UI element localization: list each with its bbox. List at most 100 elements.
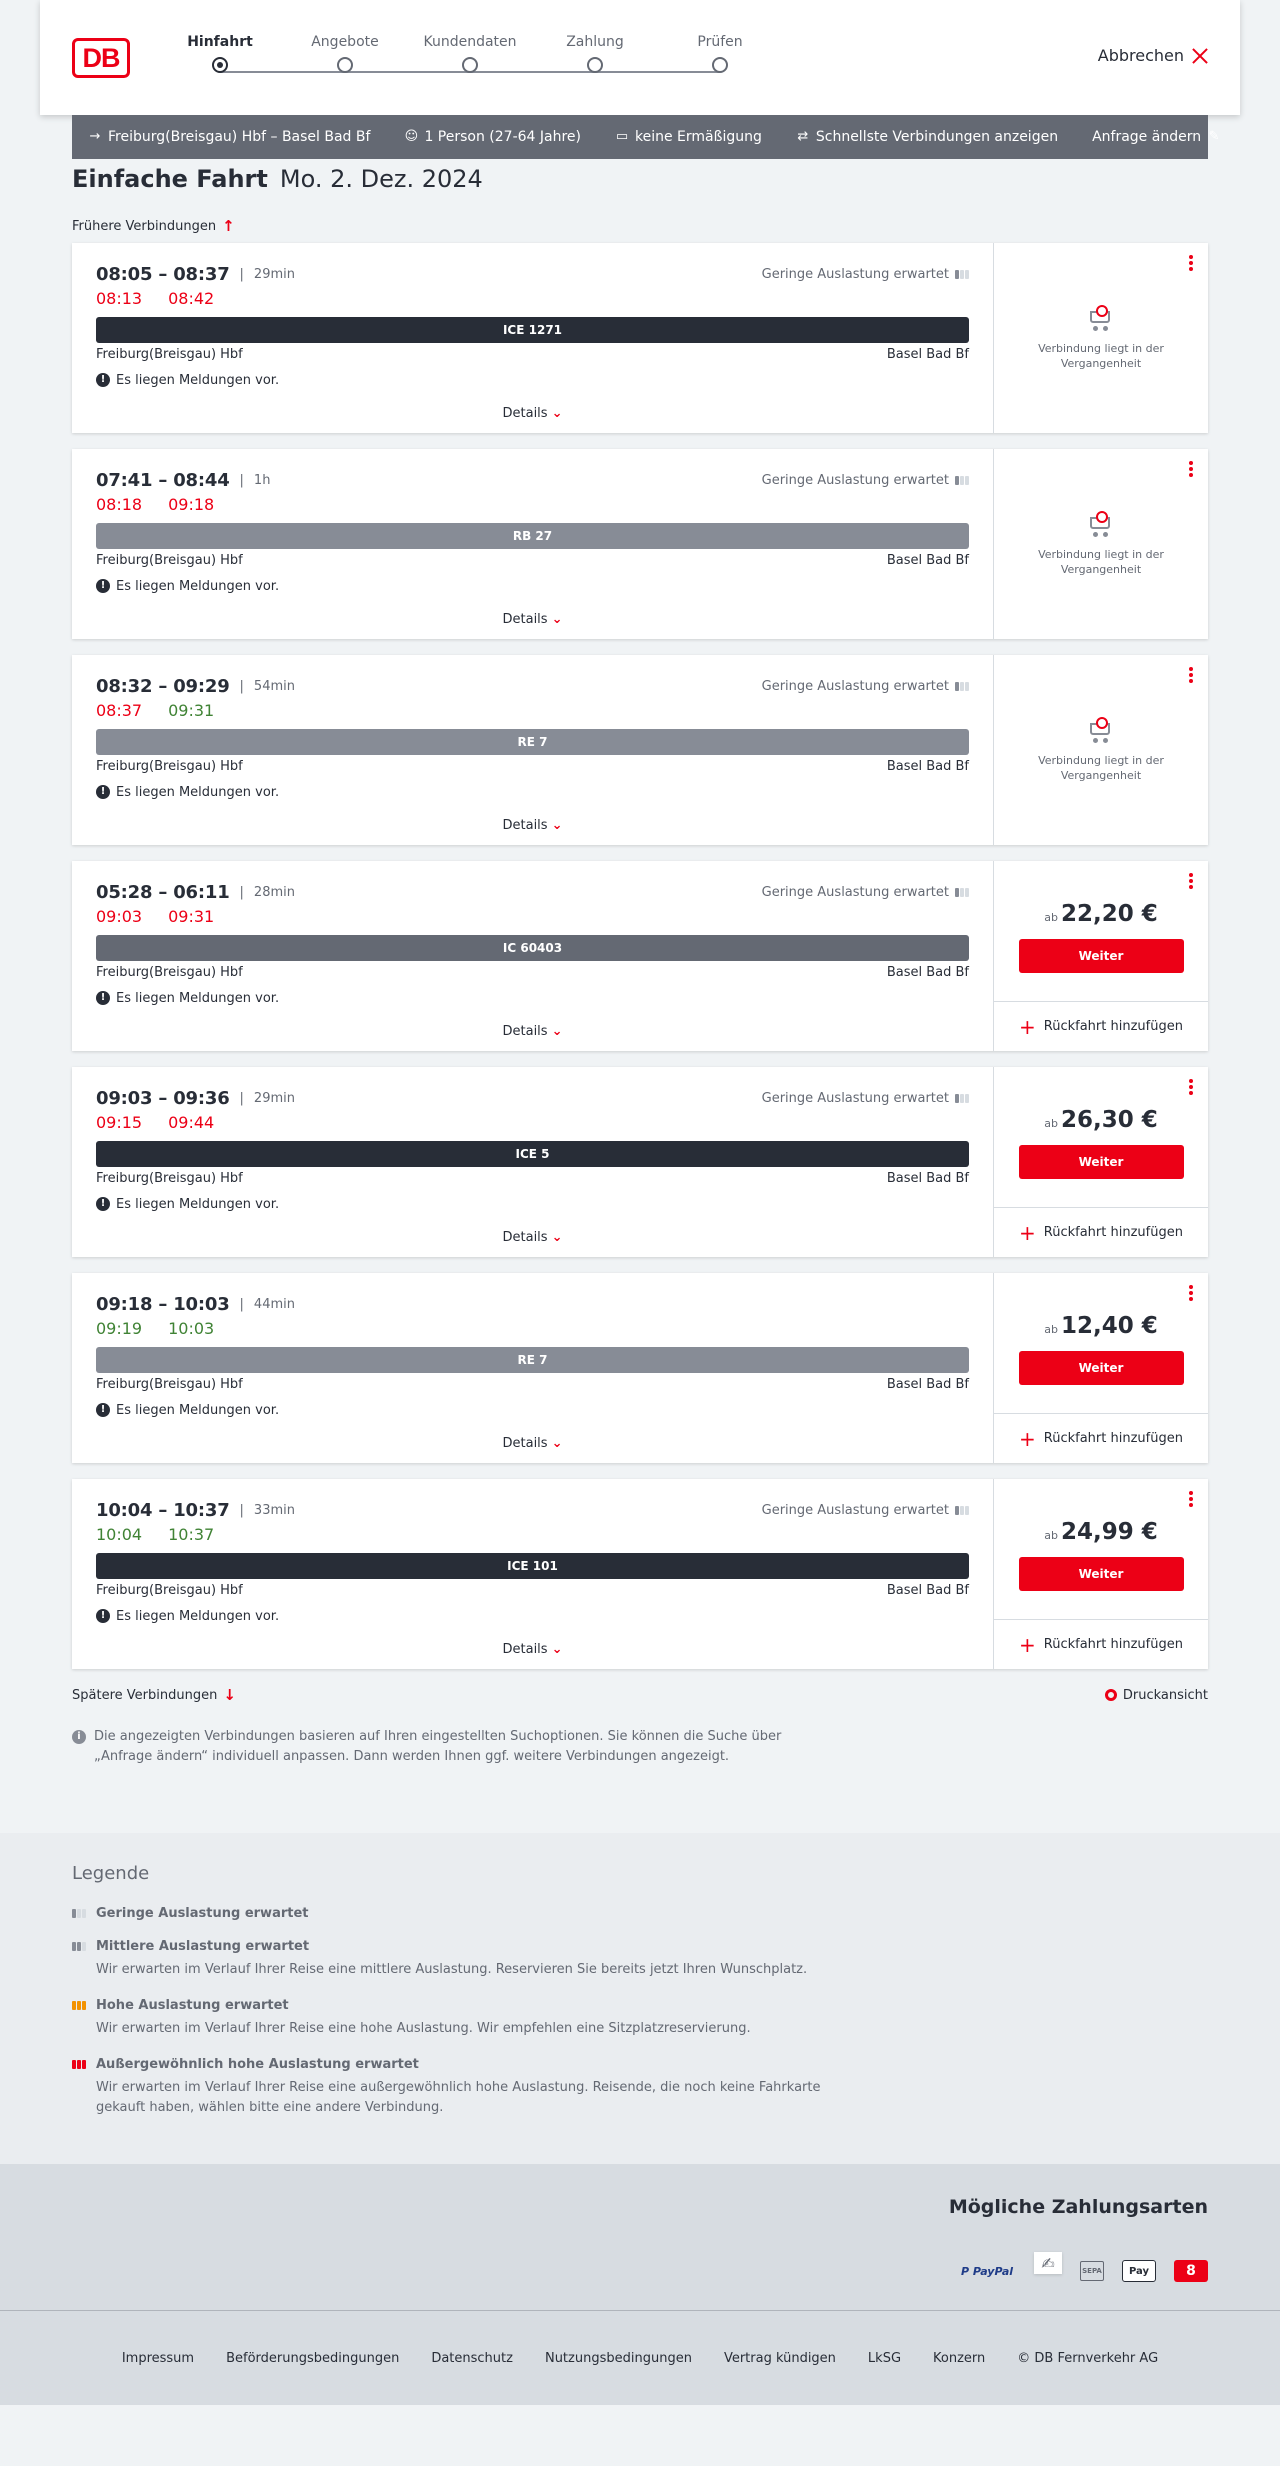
add-return-button[interactable]: + Rückfahrt hinzufügen — [994, 1207, 1208, 1257]
train-bar[interactable]: ICE 101 — [96, 1553, 969, 1579]
service-message-text: Es liegen Meldungen vor. — [116, 1196, 280, 1212]
occupancy-label: Geringe Auslastung erwartet — [761, 266, 949, 282]
connection-summary[interactable]: 08:32 – 09:29 | 54min Geringe Auslastung er… — [72, 655, 993, 845]
occupancy-indicator: Geringe Auslastung erwartet — [762, 473, 969, 488]
station-row: Freiburg(Breisgau) Hbf Basel Bad Bf — [96, 1377, 969, 1395]
progress-step-4[interactable]: Zahlung — [535, 32, 655, 73]
realtime-departure: 08:13 — [96, 289, 143, 308]
details-toggle[interactable]: Details ⌄ — [72, 406, 993, 421]
train-bar[interactable]: RE 7 — [96, 729, 969, 755]
progress-step-2[interactable]: Angebote — [285, 32, 405, 73]
service-message-text: Es liegen Meldungen vor. — [116, 372, 280, 388]
footer-link[interactable]: Impressum — [122, 2351, 194, 2366]
details-toggle[interactable]: Details ⌄ — [72, 818, 993, 833]
connection-summary[interactable]: 08:05 – 08:37 | 29min Geringe Auslastung er… — [72, 243, 993, 433]
later-connections-label: Spätere Verbindungen — [72, 1687, 218, 1703]
occupancy-label: Geringe Auslastung erwartet — [761, 472, 949, 488]
footer: Impressum Beförderungsbedingungen Datensch… — [0, 2310, 1280, 2405]
cancel-label: Abbrechen — [1097, 46, 1184, 65]
price-prefix: ab — [1044, 1323, 1058, 1336]
later-connections-link[interactable]: Spätere Verbindungen ↓ — [72, 1685, 236, 1705]
payment-methods-section: Mögliche Zahlungsarten P PayPal ✍ SEPA P… — [0, 2164, 1280, 2310]
footer-link[interactable]: LkSG — [868, 2351, 901, 2366]
details-label: Details — [502, 1230, 548, 1245]
train-bar[interactable]: IC 60403 — [96, 935, 969, 961]
train-bar[interactable]: ICE 1271 — [96, 317, 969, 343]
price: ab 12,40 € — [994, 1313, 1208, 1339]
more-options-icon[interactable] — [1188, 461, 1194, 477]
occupancy-indicator: Geringe Auslastung erwartet — [762, 267, 969, 282]
details-label: Details — [502, 612, 548, 627]
db-logo[interactable]: DB — [72, 38, 130, 78]
train-bar[interactable]: ICE 5 — [96, 1141, 969, 1167]
occupancy-indicator: Geringe Auslastung erwartet — [762, 1091, 969, 1106]
details-toggle[interactable]: Details ⌄ — [72, 1436, 993, 1451]
connection-summary[interactable]: 10:04 – 10:37 | 33min Geringe Auslastung er… — [72, 1479, 993, 1669]
service-message-text: Es liegen Meldungen vor. — [116, 1402, 280, 1418]
more-options-icon[interactable] — [1188, 667, 1194, 683]
search-hint-text: Die angezeigten Verbindungen basieren au… — [94, 1729, 782, 1764]
realtime-row: 09:15 09:44 — [96, 1113, 969, 1133]
footer-link[interactable]: Nutzungsbedingungen — [545, 2351, 692, 2366]
details-toggle[interactable]: Details ⌄ — [72, 612, 993, 627]
connection-time-row: 09:03 – 09:36 | 29min Geringe Auslastung er… — [96, 1087, 969, 1109]
continue-button[interactable]: Weiter — [1018, 939, 1184, 973]
continue-button[interactable]: Weiter — [1018, 1145, 1184, 1179]
progress-step-1[interactable]: Hinfahrt — [160, 32, 280, 73]
service-message: ! Es liegen Meldungen vor. — [96, 1607, 969, 1625]
progress-step-label: Hinfahrt — [187, 34, 253, 50]
occupancy-low-icon — [955, 681, 969, 691]
credit-card-icon: ✍ — [1034, 2252, 1062, 2274]
progress-steps: Hinfahrt Angebote Kundendaten Zahlung Prüfen — [187, 32, 743, 82]
realtime-departure: 09:15 — [96, 1113, 143, 1132]
details-label: Details — [502, 1024, 548, 1039]
connection-summary[interactable]: 05:28 – 06:11 | 28min Geringe Auslastung er… — [72, 861, 993, 1051]
price-box: ab 12,40 € Weiter — [994, 1273, 1208, 1413]
progress-step-3[interactable]: Kundendaten — [410, 32, 530, 73]
db-bonus-icon: 8 — [1174, 2260, 1208, 2282]
details-label: Details — [502, 1642, 548, 1657]
occupancy-low-icon — [955, 269, 969, 279]
continue-button[interactable]: Weiter — [1018, 1351, 1184, 1385]
progress-step-5[interactable]: Prüfen — [660, 32, 780, 73]
legend-item-head: Mittlere Auslastung erwartet — [72, 1939, 1208, 1954]
details-toggle[interactable]: Details ⌄ — [72, 1230, 993, 1245]
print-view-link[interactable]: Druckansicht — [1104, 1685, 1208, 1705]
connection-summary[interactable]: 07:41 – 08:44 | 1h Geringe Auslastung erwar… — [72, 449, 993, 639]
train-bar[interactable]: RB 27 — [96, 523, 969, 549]
connection-summary[interactable]: 09:03 – 09:36 | 29min Geringe Auslastung er… — [72, 1067, 993, 1257]
legend-section: Legende Geringe Auslastung erwartet Mittl… — [0, 1833, 1280, 2164]
price-prefix: ab — [1044, 911, 1058, 924]
details-toggle[interactable]: Details ⌄ — [72, 1642, 993, 1657]
realtime-row: 08:18 09:18 — [96, 495, 969, 515]
connection-summary[interactable]: 09:18 – 10:03 | 44min 09:19 10:03 RE 7 Freibur… — [72, 1273, 993, 1463]
realtime-row: 08:13 08:42 — [96, 289, 969, 309]
continue-button[interactable]: Weiter — [1018, 1557, 1184, 1591]
connection-time-row: 07:41 – 08:44 | 1h Geringe Auslastung erwar… — [96, 469, 969, 491]
legend-item-label: Mittlere Auslastung erwartet — [96, 1939, 310, 1954]
print-view-label: Druckansicht — [1122, 1687, 1208, 1703]
separator: | — [239, 1090, 244, 1106]
footer-link[interactable]: Beförderungsbedingungen — [226, 2351, 399, 2366]
details-toggle[interactable]: Details ⌄ — [72, 1024, 993, 1039]
separator: | — [239, 678, 244, 694]
cancel-button[interactable]: Abbrechen — [1098, 46, 1208, 65]
planned-times: 08:05 – 08:37 — [96, 263, 230, 285]
service-message: ! Es liegen Meldungen vor. — [96, 783, 969, 801]
footer-link[interactable]: Vertrag kündigen — [724, 2351, 836, 2366]
footer-link[interactable]: Konzern — [933, 2351, 985, 2366]
add-return-button[interactable]: + Rückfahrt hinzufügen — [994, 1001, 1208, 1051]
duration: 44min — [253, 1296, 295, 1312]
station-row: Freiburg(Breisgau) Hbf Basel Bad Bf — [96, 965, 969, 983]
footer-link[interactable]: Datenschutz — [431, 2351, 513, 2366]
occupancy-indicator: Geringe Auslastung erwartet — [762, 1503, 969, 1518]
more-options-icon[interactable] — [1188, 255, 1194, 271]
past-connection-notice: Verbindung liegt in der Vergangenheit — [994, 303, 1208, 371]
duration: 33min — [253, 1502, 295, 1518]
offer-panel: Verbindung liegt in der Vergangenheit — [993, 449, 1208, 639]
price-box: ab 22,20 € Weiter — [994, 861, 1208, 1001]
add-return-button[interactable]: + Rückfahrt hinzufügen — [994, 1619, 1208, 1669]
add-return-button[interactable]: + Rückfahrt hinzufügen — [994, 1413, 1208, 1463]
train-bar[interactable]: RE 7 — [96, 1347, 969, 1373]
earlier-connections-link[interactable]: Frühere Verbindungen ↑ — [72, 215, 1208, 237]
